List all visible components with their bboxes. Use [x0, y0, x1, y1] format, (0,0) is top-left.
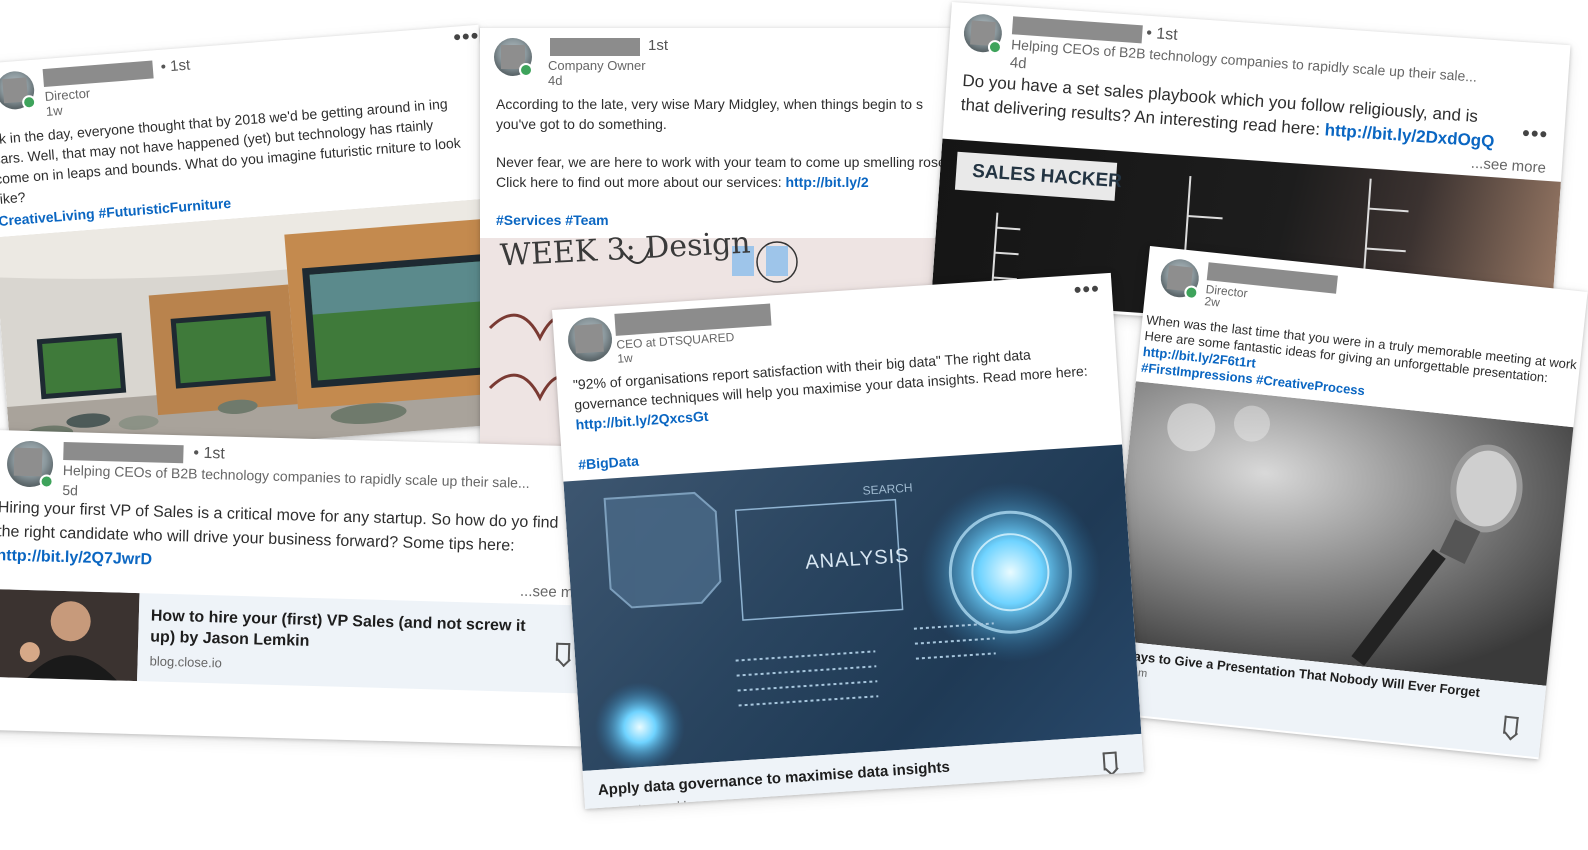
- online-status-icon: [21, 94, 37, 110]
- author-headline: Company Owner: [548, 58, 646, 73]
- avatar[interactable]: [6, 440, 54, 489]
- avatar[interactable]: [1158, 257, 1201, 301]
- post-image-data-analysis[interactable]: ANALYSIS SEARCH: [563, 444, 1142, 771]
- post-text: According to the late, very wise Mary Mi…: [496, 96, 923, 132]
- online-status-icon: [519, 63, 533, 77]
- more-menu-icon[interactable]: •••: [1521, 120, 1549, 147]
- connection-degree: • 1st: [160, 56, 191, 76]
- post-card-furniture: • 1st Director 1w ••• ck in the day, eve…: [0, 24, 510, 463]
- avatar[interactable]: [566, 316, 614, 363]
- post-time: 4d: [548, 73, 563, 88]
- post-card-big-data: CEO at DTSQUARED 1w ••• "92% of organisa…: [552, 272, 1144, 809]
- link-preview[interactable]: How to hire your (first) VP Sales (and n…: [0, 588, 586, 694]
- post-time: 5d: [62, 481, 79, 499]
- link-title[interactable]: How to hire your (first) VP Sales (and n…: [150, 605, 551, 658]
- redacted-name: [63, 441, 184, 464]
- online-status-icon: [1183, 284, 1200, 301]
- bookmark-icon[interactable]: [1102, 751, 1118, 771]
- connection-degree: • 1st: [193, 444, 226, 463]
- avatar[interactable]: [0, 69, 37, 111]
- bookmark-icon[interactable]: [555, 642, 571, 662]
- post-time: 1w: [616, 350, 634, 366]
- post-text-body: Never fear, we are here to work with you…: [496, 154, 950, 190]
- online-status-icon: [39, 474, 54, 489]
- post-link[interactable]: http://bit.ly/2QxcsGt: [575, 408, 709, 433]
- link-source: blog.close.io: [149, 653, 223, 671]
- avatar[interactable]: [494, 38, 533, 77]
- post-body: According to the late, very wise Mary Mi…: [480, 90, 950, 230]
- connection-degree: 1st: [648, 37, 669, 54]
- analysis-graphic: [594, 482, 1101, 771]
- more-menu-icon[interactable]: •••: [1073, 276, 1101, 303]
- post-text: Never fear, we are here to work with you…: [496, 152, 950, 192]
- post-time: 4d: [1009, 54, 1028, 73]
- link-source: computerweekly.com: [598, 795, 721, 809]
- post-image-showroom[interactable]: [0, 196, 510, 463]
- link-thumbnail: [0, 588, 140, 682]
- post-card-vp-sales: • 1st Helping CEOs of B2B technology com…: [0, 430, 590, 747]
- redacted-name: [42, 60, 154, 88]
- post-link[interactable]: http://bit.ly/2: [785, 174, 868, 190]
- post-time: 1w: [45, 102, 64, 119]
- post-header: 1st Company Owner 4d: [480, 28, 950, 90]
- connection-degree: • 1st: [1145, 24, 1179, 44]
- more-menu-icon[interactable]: •••: [452, 25, 480, 50]
- online-status-icon: [987, 39, 1003, 55]
- post-text-body: Hiring your first VP of Sales is a criti…: [0, 499, 559, 555]
- post-link[interactable]: http://bit.ly/2Q7JwrD: [0, 547, 152, 568]
- post-image-microphone[interactable]: [1108, 381, 1588, 688]
- redacted-name: [550, 38, 640, 56]
- author-headline: Helping CEOs of B2B technology companies…: [62, 461, 530, 491]
- author-headline: Director: [44, 85, 91, 104]
- redacted-name: [614, 303, 772, 336]
- bookmark-icon[interactable]: [1502, 715, 1519, 736]
- post-time: 2w: [1203, 294, 1221, 310]
- post-card-presentation: Director 2w When was the last time that …: [1100, 246, 1588, 760]
- avatar[interactable]: [962, 12, 1004, 55]
